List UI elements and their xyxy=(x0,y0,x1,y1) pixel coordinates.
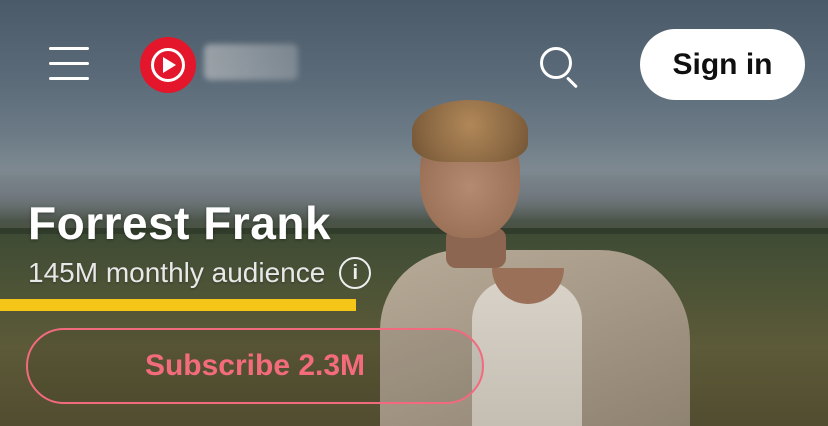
progress-bar xyxy=(0,299,356,311)
monthly-audience: 145M monthly audience xyxy=(28,257,326,288)
info-icon[interactable]: i xyxy=(339,257,372,289)
menu-line xyxy=(49,77,89,80)
play-icon xyxy=(163,57,176,73)
menu-line xyxy=(49,47,89,50)
sign-in-button[interactable]: Sign in xyxy=(640,29,805,100)
hamburger-menu-icon[interactable] xyxy=(46,44,92,84)
artist-hero: Sign in Forrest Frank 145M monthly audie… xyxy=(0,0,828,426)
search-handle xyxy=(565,76,578,89)
subscribe-button[interactable]: Subscribe 2.3M xyxy=(26,328,484,404)
menu-line xyxy=(49,62,89,65)
top-bar: Sign in xyxy=(0,0,828,130)
logo-wordmark-blurred xyxy=(204,44,298,80)
search-lens xyxy=(540,47,572,79)
youtube-music-logo-icon[interactable] xyxy=(140,37,196,93)
audience-row: 145M monthly audience i xyxy=(28,255,372,291)
search-icon[interactable] xyxy=(536,44,582,90)
artist-name: Forrest Frank xyxy=(28,197,332,249)
